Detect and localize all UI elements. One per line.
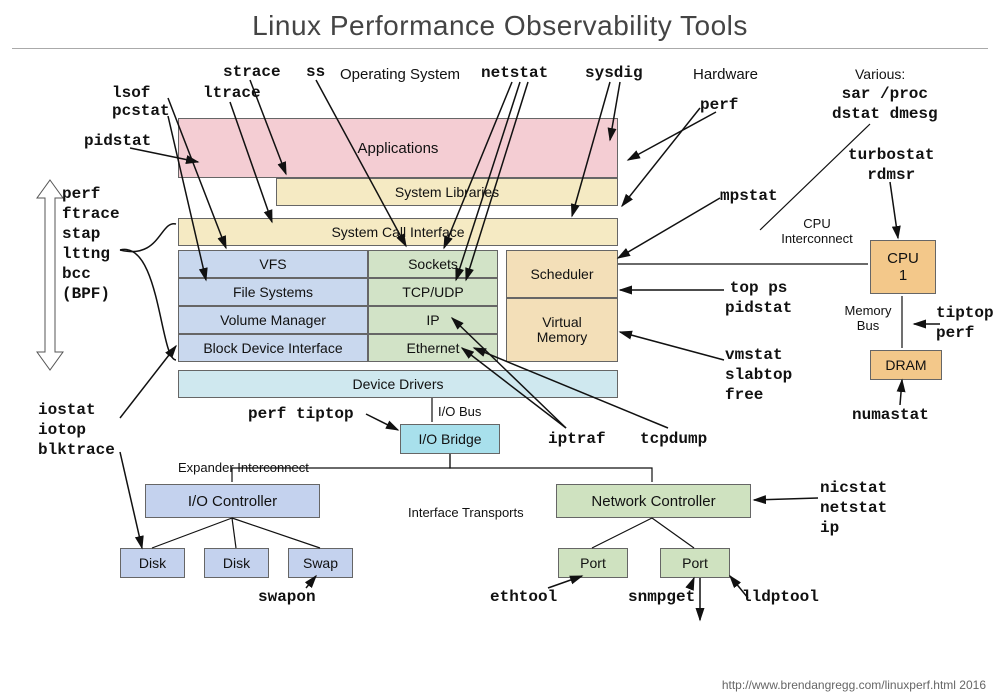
various-label: Various: <box>855 66 905 82</box>
t-ss: ss <box>306 63 325 81</box>
t-swapon: swapon <box>258 588 316 606</box>
cpu-interconnect-label: CPU Interconnect <box>770 216 864 246</box>
t-pidstat: pidstat <box>84 132 151 150</box>
box-ip: IP <box>368 306 498 334</box>
span-arrow <box>35 180 65 370</box>
box-io-bridge: I/O Bridge <box>400 424 500 454</box>
box-applications: Applications <box>178 118 618 178</box>
t-vmstat: vmstat slabtop free <box>725 345 792 405</box>
box-ethernet: Ethernet <box>368 334 498 362</box>
t-iostat-stack: iostat iotop blktrace <box>38 400 115 460</box>
t-lldptool: lldptool <box>742 588 819 606</box>
t-netstat: netstat <box>481 64 548 82</box>
t-perf: perf <box>700 96 738 114</box>
box-network-controller: Network Controller <box>556 484 751 518</box>
os-label: Operating System <box>340 66 460 83</box>
box-swap: Swap <box>288 548 353 578</box>
box-fs: File Systems <box>178 278 368 306</box>
t-perf-stack: perf ftrace stap lttng bcc (BPF) <box>62 184 120 304</box>
interface-transports-label: Interface Transports <box>408 505 524 520</box>
box-port-1: Port <box>558 548 628 578</box>
t-iptraf: iptraf <box>548 430 606 448</box>
box-system-libraries: System Libraries <box>276 178 618 206</box>
box-sci: System Call Interface <box>178 218 618 246</box>
page-title: Linux Performance Observability Tools <box>0 10 1000 42</box>
box-io-controller: I/O Controller <box>145 484 320 518</box>
box-bdi: Block Device Interface <box>178 334 368 362</box>
t-snmpget: snmpget <box>628 588 695 606</box>
t-turbostat: turbostat rdmsr <box>848 145 934 185</box>
t-ethtool: ethtool <box>490 588 557 606</box>
box-disk-2: Disk <box>204 548 269 578</box>
expander-label: Expander Interconnect <box>178 460 309 475</box>
box-virtmem: Virtual Memory <box>506 298 618 362</box>
t-sysdig: sysdig <box>585 64 643 82</box>
t-nicstat: nicstat netstat ip <box>820 478 887 538</box>
box-scheduler: Scheduler <box>506 250 618 298</box>
box-sockets: Sockets <box>368 250 498 278</box>
t-various: sar /proc dstat dmesg <box>832 84 938 124</box>
t-ltrace: ltrace <box>203 84 261 102</box>
footer: http://www.brendangregg.com/linuxperf.ht… <box>722 678 986 692</box>
membus-label: Memory Bus <box>833 303 903 333</box>
t-mpstat: mpstat <box>720 187 778 205</box>
box-cpu: CPU 1 <box>870 240 936 294</box>
t-perf-tiptop: perf tiptop <box>248 405 354 423</box>
t-lsof: lsof pcstat <box>112 84 170 120</box>
t-top-ps: top ps pidstat <box>725 278 792 318</box>
t-strace: strace <box>223 63 281 81</box>
box-device-drivers: Device Drivers <box>178 370 618 398</box>
box-dram: DRAM <box>870 350 942 380</box>
divider <box>12 48 988 49</box>
t-tiptop-perf: tiptop perf <box>936 303 994 343</box>
box-vfs: VFS <box>178 250 368 278</box>
hw-label: Hardware <box>693 66 758 83</box>
box-vm: Volume Manager <box>178 306 368 334</box>
t-tcpdump: tcpdump <box>640 430 707 448</box>
iobus-label: I/O Bus <box>438 404 481 419</box>
t-numastat: numastat <box>852 406 929 424</box>
box-port-2: Port <box>660 548 730 578</box>
box-tcpudp: TCP/UDP <box>368 278 498 306</box>
box-disk-1: Disk <box>120 548 185 578</box>
